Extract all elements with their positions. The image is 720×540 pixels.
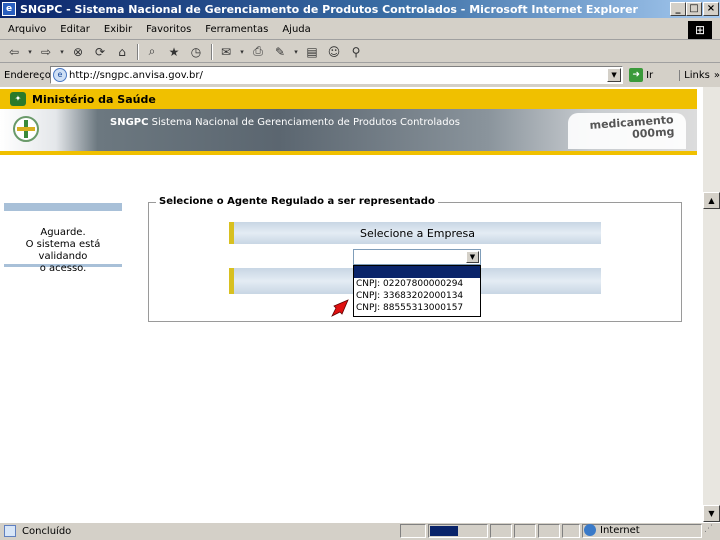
address-url[interactable]: http://sngpc.anvisa.gov.br/ <box>69 70 203 81</box>
sidebar-status: Aguarde. O sistema está validando o aces… <box>4 203 122 274</box>
links-chevron-icon[interactable]: » <box>714 70 720 81</box>
menu-editar[interactable]: Editar <box>53 24 97 35</box>
security-zone: Internet <box>584 524 640 536</box>
toolbar: ⇦ ▾ ⇨ ▾ ⊗ ⟳ ⌂ ⌕ ★ ◷ ✉ ▾ ⎙ ✎ ▾ ▤ ☺ ⚲ <box>0 41 720 63</box>
sidebar-line-1: Aguarde. <box>40 227 86 238</box>
sngpc-banner: SNGPC Sistema Nacional de Gerenciamento … <box>0 109 697 151</box>
dropdown-option-2[interactable]: CNPJ: 33683202000134 <box>354 290 480 302</box>
menu-ferramentas[interactable]: Ferramentas <box>198 24 275 35</box>
status-text-area: Concluído <box>4 525 71 537</box>
dropdown-option-blank[interactable] <box>354 266 480 278</box>
go-button[interactable]: ➜ Ir <box>629 68 653 82</box>
menu-ajuda[interactable]: Ajuda <box>275 24 317 35</box>
maximize-button[interactable]: □ <box>686 2 702 16</box>
back-icon[interactable]: ⇦ <box>4 43 24 61</box>
ministerio-banner: ✦ Ministério da Saúde <box>0 89 697 109</box>
windows-logo-icon: ⊞ <box>688 21 712 39</box>
sidebar-line-2: O sistema está validando <box>25 239 101 262</box>
status-panel <box>490 524 512 538</box>
company-dropdown-list: CNPJ: 02207800000294 CNPJ: 3368320200013… <box>353 265 481 317</box>
vertical-scrollbar[interactable]: ▲ ▼ <box>703 87 720 522</box>
progress-bar <box>430 526 458 536</box>
address-bar: Endereço e http://sngpc.anvisa.gov.br/ ▼… <box>0 64 720 86</box>
fieldset-legend: Selecione o Agente Regulado a ser repres… <box>156 196 438 207</box>
back-dropdown-icon[interactable]: ▾ <box>26 43 34 61</box>
sngpc-title: SNGPC Sistema Nacional de Gerenciamento … <box>110 117 460 128</box>
menu-favoritos[interactable]: Favoritos <box>139 24 198 35</box>
toolbar-separator <box>211 43 213 60</box>
red-pointer-arrow-icon <box>331 299 349 317</box>
favorites-icon[interactable]: ★ <box>164 43 184 61</box>
menu-exibir[interactable]: Exibir <box>97 24 139 35</box>
mail-dropdown-icon[interactable]: ▾ <box>238 43 246 61</box>
globe-icon <box>584 524 596 536</box>
home-icon[interactable]: ⌂ <box>112 43 132 61</box>
sidebar-line-3: o acesso. <box>39 263 87 274</box>
resize-grip-icon[interactable]: ⋰ <box>704 524 718 538</box>
history-icon[interactable]: ◷ <box>186 43 206 61</box>
address-dropdown-icon[interactable]: ▼ <box>607 68 622 82</box>
scroll-down-icon[interactable]: ▼ <box>703 505 720 522</box>
company-select[interactable]: ▼ <box>353 249 481 265</box>
page-status-icon <box>4 525 16 537</box>
forward-icon[interactable]: ⇨ <box>36 43 56 61</box>
title-bar: e SNGPC - Sistema Nacional de Gerenciame… <box>0 0 720 18</box>
anvisa-logo-icon <box>13 116 39 142</box>
status-panel <box>514 524 536 538</box>
minimize-button[interactable]: _ <box>670 2 686 16</box>
search-icon[interactable]: ⌕ <box>142 43 162 61</box>
go-label: Ir <box>646 69 654 81</box>
ministerio-title: Ministério da Saúde <box>32 92 156 106</box>
browser-window: e SNGPC - Sistema Nacional de Gerenciame… <box>0 0 720 540</box>
ie-app-icon: e <box>2 2 16 16</box>
address-label: Endereço <box>4 69 51 81</box>
scroll-up-icon[interactable]: ▲ <box>703 192 720 209</box>
brasao-icon: ✦ <box>10 92 26 106</box>
forward-dropdown-icon[interactable]: ▾ <box>58 43 66 61</box>
page-icon: e <box>53 68 67 82</box>
links-toolbar[interactable]: Links <box>679 69 710 81</box>
close-button[interactable]: × <box>703 2 719 16</box>
chevron-down-icon[interactable]: ▼ <box>466 251 479 263</box>
menu-arquivo[interactable]: Arquivo <box>0 24 53 35</box>
menu-bar: Arquivo Editar Exibir Favoritos Ferramen… <box>0 20 720 40</box>
edit-icon[interactable]: ✎ <box>270 43 290 61</box>
status-panel <box>562 524 580 538</box>
status-text: Concluído <box>22 525 72 537</box>
toolbar-separator <box>137 43 139 60</box>
edit-dropdown-icon[interactable]: ▾ <box>292 43 300 61</box>
dropdown-option-1[interactable]: CNPJ: 02207800000294 <box>354 278 480 290</box>
status-panel <box>400 524 426 538</box>
zone-label: Internet <box>600 524 640 536</box>
status-panel <box>538 524 560 538</box>
window-title: SNGPC - Sistema Nacional de Gerenciament… <box>20 2 638 16</box>
go-arrow-icon: ➜ <box>629 68 644 82</box>
mail-icon[interactable]: ✉ <box>216 43 236 61</box>
print-icon[interactable]: ⎙ <box>248 43 268 61</box>
banner-divider <box>0 151 697 155</box>
select-company-header: Selecione a Empresa <box>229 222 601 244</box>
refresh-icon[interactable]: ⟳ <box>90 43 110 61</box>
messenger-icon[interactable]: ☺ <box>324 43 344 61</box>
address-input[interactable]: e http://sngpc.anvisa.gov.br/ ▼ <box>50 66 624 84</box>
discuss-icon[interactable]: ▤ <box>302 43 322 61</box>
stop-icon[interactable]: ⊗ <box>68 43 88 61</box>
dropdown-option-3[interactable]: CNPJ: 88555313000157 <box>354 302 480 314</box>
research-icon[interactable]: ⚲ <box>346 43 366 61</box>
